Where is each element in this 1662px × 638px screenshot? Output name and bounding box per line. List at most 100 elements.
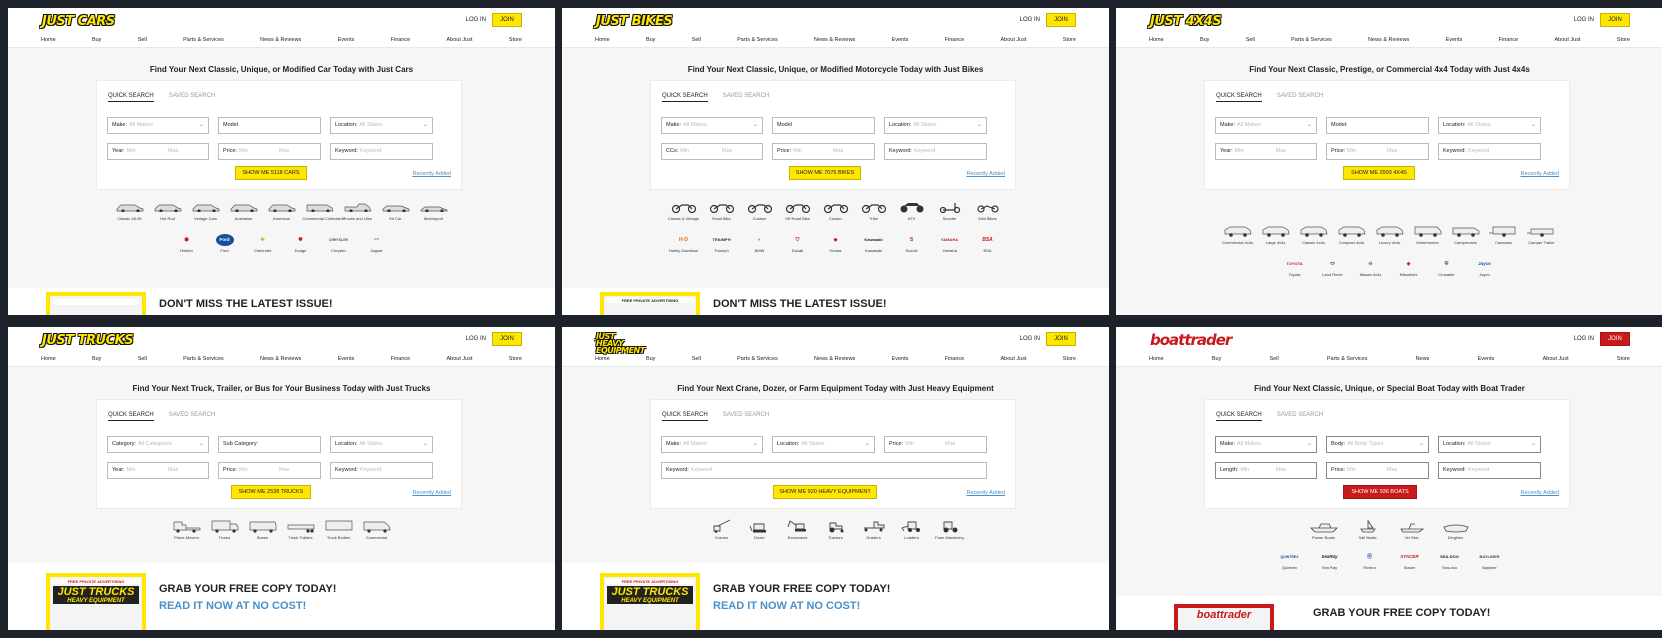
tab-quick-search[interactable]: QUICK SEARCH — [108, 93, 154, 102]
tab-saved-search[interactable]: SAVED SEARCH — [169, 93, 216, 102]
brand-harley[interactable]: H-D Harley-Davidson — [668, 234, 700, 253]
read-now-link[interactable]: READ IT NOW AT NO COST! — [713, 600, 860, 612]
nav-store[interactable]: Store — [1063, 353, 1076, 366]
category-prime-movers[interactable]: Prime Movers — [170, 519, 204, 540]
site-logo[interactable]: JUST CARS — [42, 14, 115, 29]
site-logo[interactable]: JUST 4X4S — [1150, 14, 1222, 29]
price-range[interactable]: Price: Min Max — [218, 143, 321, 160]
cc-range[interactable]: CCs: Min Max — [661, 143, 763, 160]
brand-ducati[interactable]: ⛉ Ducati — [782, 234, 814, 253]
category-luxury-4x4[interactable]: Luxury 4x4s — [1373, 224, 1407, 245]
tab-quick-search[interactable]: QUICK SEARCH — [108, 412, 154, 421]
nav-home[interactable]: Home — [41, 353, 56, 366]
login-link[interactable]: LOG IN — [466, 336, 486, 342]
category-cranes[interactable]: Cranes — [705, 519, 739, 540]
login-link[interactable]: LOG IN — [1574, 17, 1594, 23]
tab-quick-search[interactable]: QUICK SEARCH — [662, 93, 708, 102]
nav-sell[interactable]: Sell — [138, 34, 147, 47]
location-select[interactable]: Location: All States ⌄ — [1438, 117, 1541, 134]
tab-quick-search[interactable]: QUICK SEARCH — [662, 412, 708, 421]
brand-holden[interactable]: ⬢ Holden — [171, 234, 203, 253]
category-dinghies[interactable]: Dinghies — [1439, 519, 1473, 540]
make-select[interactable]: Make: All Makes ⌄ — [661, 117, 763, 134]
tab-saved-search[interactable]: SAVED SEARCH — [1277, 93, 1324, 102]
nav-news[interactable]: News & Reviews — [1368, 34, 1409, 47]
nav-about[interactable]: About Just — [1001, 34, 1027, 47]
category-road-bike[interactable]: Road Bike — [705, 200, 739, 221]
location-select[interactable]: Location: All States ⌄ — [772, 436, 875, 453]
category-trucks[interactable]: Trucks — [208, 519, 242, 540]
model-field[interactable]: Model — [218, 117, 321, 134]
magazine-cover[interactable]: FREE PRIVATE ADVERTISING — [600, 292, 700, 315]
tab-saved-search[interactable]: SAVED SEARCH — [723, 93, 770, 102]
category-tractors[interactable]: Tractors — [819, 519, 853, 540]
year-range[interactable]: Year: Min Max — [1215, 143, 1317, 160]
brand-toyota[interactable]: TOYOTA Toyota — [1279, 258, 1311, 277]
category-farm-machinery[interactable]: Farm Machinery — [933, 519, 967, 540]
keyword-input[interactable]: Keyword: Keyword — [330, 462, 433, 479]
category-select[interactable]: Category: All Categories ⌄ — [107, 436, 209, 453]
category-scooter[interactable]: Scooter — [933, 200, 967, 221]
sub-category-field[interactable]: Sub Category: — [218, 436, 321, 453]
nav-about[interactable]: About Just — [447, 353, 473, 366]
make-select[interactable]: Make: All Makes ⌄ — [1215, 117, 1317, 134]
keyword-input[interactable]: Keyword: Keyword — [661, 462, 987, 479]
show-results-button[interactable]: SHOW ME 7076 BIKES — [789, 166, 861, 180]
category-off-road[interactable]: Off Road Bike — [781, 200, 815, 221]
nav-events[interactable]: Events — [338, 353, 355, 366]
nav-home[interactable]: Home — [1149, 353, 1164, 366]
nav-finance[interactable]: Finance — [391, 353, 411, 366]
show-results-button[interactable]: SHOW ME 920 HEAVY EQUIPMENT — [773, 485, 877, 499]
join-button[interactable]: JOIN — [1600, 332, 1630, 346]
category-truck-bodies[interactable]: Truck Bodies — [322, 519, 356, 540]
tab-saved-search[interactable]: SAVED SEARCH — [723, 412, 770, 421]
recently-added-link[interactable]: Recently Added — [966, 490, 1005, 496]
location-select[interactable]: Location: All States ⌄ — [330, 436, 433, 453]
brand-mitsubishi[interactable]: ◈ Mitsubishi — [1393, 258, 1425, 277]
brand-crusader[interactable]: ⛨ Crusader — [1431, 258, 1463, 277]
brand-bmw[interactable]: ◐ BMW — [744, 234, 776, 253]
brand-quintrex[interactable]: QUINTREX Quintrex — [1274, 551, 1306, 570]
nav-home[interactable]: Home — [595, 34, 610, 47]
nav-buy[interactable]: Buy — [1212, 353, 1221, 366]
nav-buy[interactable]: Buy — [646, 353, 655, 366]
show-results-button[interactable]: SHOW ME 5118 CARS — [235, 166, 307, 180]
category-vintage[interactable]: Vintage Cars — [189, 200, 223, 221]
keyword-input[interactable]: Keyword: Keyword — [1438, 143, 1541, 160]
magazine-cover[interactable]: FREE PRIVATE ADVERTISING JUST TRUCKS HEA… — [46, 573, 146, 630]
tab-quick-search[interactable]: QUICK SEARCH — [1216, 93, 1262, 102]
category-caravans[interactable]: Caravans — [1487, 224, 1521, 245]
category-american[interactable]: American — [265, 200, 299, 221]
brand-bayliner[interactable]: BAYLINER Bayliner — [1474, 551, 1506, 570]
nav-about[interactable]: About Just — [1555, 34, 1581, 47]
year-range[interactable]: Year: Min Max — [107, 143, 209, 160]
nav-store[interactable]: Store — [509, 353, 522, 366]
brand-kawasaki[interactable]: Kawasaki Kawasaki — [858, 234, 890, 253]
category-australian[interactable]: Australian — [227, 200, 261, 221]
brand-ford[interactable]: Ford Ford — [209, 234, 241, 253]
join-button[interactable]: JOIN — [1046, 13, 1076, 27]
category-compact-4x4[interactable]: Compact 4x4s — [1335, 224, 1369, 245]
price-range[interactable]: Price: Min Max — [772, 143, 875, 160]
brand-dodge[interactable]: ⛊ Dodge — [285, 234, 317, 253]
site-logo[interactable]: JUST BIKES — [596, 14, 673, 29]
location-select[interactable]: Location: All States ⌄ — [330, 117, 433, 134]
tab-saved-search[interactable]: SAVED SEARCH — [1277, 412, 1324, 421]
price-range[interactable]: Price: Min Max — [1326, 462, 1429, 479]
brand-jayco[interactable]: Jayco Jayco — [1469, 258, 1501, 277]
category-camper-trailer[interactable]: Camper Trailer — [1525, 224, 1559, 245]
site-logo[interactable]: JUST TRUCKS — [42, 333, 134, 348]
tab-saved-search[interactable]: SAVED SEARCH — [169, 412, 216, 421]
category-custom[interactable]: Custom — [743, 200, 777, 221]
category-campervans[interactable]: Campervans — [1449, 224, 1483, 245]
nav-news[interactable]: News & Reviews — [814, 34, 855, 47]
make-select[interactable]: Make: All Makes ⌄ — [661, 436, 763, 453]
recently-added-link[interactable]: Recently Added — [412, 490, 451, 496]
category-excavators[interactable]: Excavators — [781, 519, 815, 540]
recently-added-link[interactable]: Recently Added — [1520, 490, 1559, 496]
site-logo[interactable]: boattrader — [1150, 331, 1232, 349]
body-type-select[interactable]: Body: All Body Types ⌄ — [1326, 436, 1429, 453]
brand-yamaha[interactable]: YAMAHA Yamaha — [934, 234, 966, 253]
category-graders[interactable]: Graders — [857, 519, 891, 540]
site-logo[interactable]: JUST HEAVY EQUIPMENT — [596, 333, 645, 355]
